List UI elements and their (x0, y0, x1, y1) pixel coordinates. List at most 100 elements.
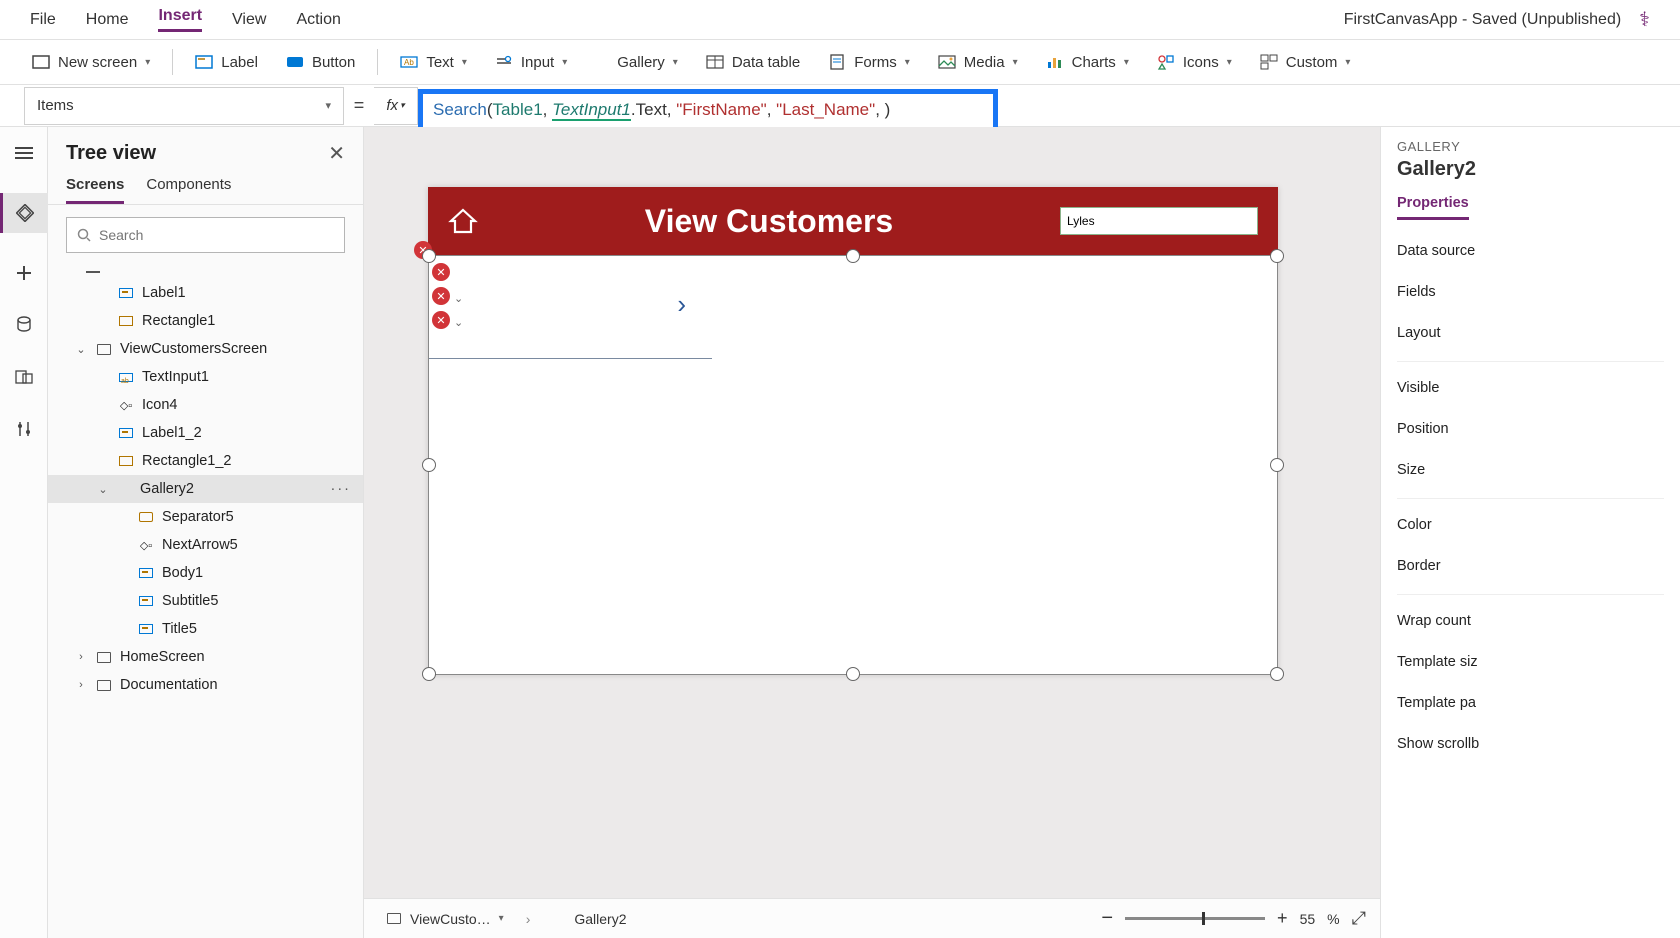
control-name[interactable]: Gallery2 (1397, 158, 1664, 181)
resize-handle[interactable] (846, 667, 860, 681)
gallery-label: Gallery (617, 54, 665, 71)
resize-handle[interactable] (846, 249, 860, 263)
media-rail-icon[interactable] (12, 365, 36, 389)
breadcrumb-control[interactable]: Gallery2 (544, 907, 634, 931)
resize-handle[interactable] (1270, 667, 1284, 681)
tree-item-subtitle5[interactable]: Subtitle5 (48, 587, 363, 615)
tree-item-label: HomeScreen (120, 649, 205, 665)
prop-datasource[interactable]: Data source (1397, 230, 1664, 271)
menu-home[interactable]: Home (86, 11, 129, 29)
tab-components[interactable]: Components (146, 176, 231, 204)
menu-insert[interactable]: Insert (158, 7, 202, 32)
hamburger-icon[interactable] (12, 141, 36, 165)
resize-handle[interactable] (422, 249, 436, 263)
chevron-down-icon[interactable]: ⌄ (96, 483, 110, 496)
tree-item-label1[interactable]: Label1 (48, 279, 363, 307)
icons-dropdown[interactable]: Icons ▾ (1145, 47, 1244, 77)
resize-handle[interactable] (1270, 458, 1284, 472)
media-dropdown[interactable]: Media ▾ (926, 47, 1030, 77)
breadcrumb-separator: › (526, 911, 531, 927)
zoom-percent: % (1327, 911, 1339, 927)
tree-view-panel: Tree view ✕ Screens Components Label1 Re… (48, 127, 364, 938)
fit-to-window-icon[interactable]: ⤢ (1352, 908, 1366, 929)
tree-item-separator5[interactable]: Separator5 (48, 503, 363, 531)
chevron-right-icon[interactable]: › (74, 679, 88, 691)
icons-icon: ◇▫ (138, 537, 154, 553)
tree-search-box[interactable] (66, 217, 345, 253)
tree-item-gallery2[interactable]: ⌄Gallery2··· (48, 475, 363, 503)
zoom-slider[interactable] (1125, 917, 1265, 920)
menu-file[interactable]: File (30, 11, 56, 29)
tree-item-viewcustomersscreen[interactable]: ⌄ ViewCustomersScreen (48, 335, 363, 363)
prop-visible[interactable]: Visible (1397, 361, 1664, 408)
tree-item-homescreen[interactable]: › HomeScreen (48, 643, 363, 671)
tab-screens[interactable]: Screens (66, 176, 124, 204)
tree-item-body1[interactable]: Body1 (48, 559, 363, 587)
prop-showscroll[interactable]: Show scrollb (1397, 723, 1664, 764)
resize-handle[interactable] (422, 458, 436, 472)
resize-handle[interactable] (1270, 249, 1284, 263)
prop-fields[interactable]: Fields (1397, 271, 1664, 312)
tree-item-icon4[interactable]: ◇▫Icon4 (48, 391, 363, 419)
tree-item-label: Rectangle1 (142, 313, 215, 329)
tree-item-collapse[interactable] (48, 265, 363, 279)
new-screen-button[interactable]: New screen ▾ (20, 47, 162, 77)
label-button[interactable]: Label (183, 47, 270, 77)
prop-position[interactable]: Position (1397, 408, 1664, 449)
tree-view-icon[interactable] (0, 193, 48, 233)
tree-item-rectangle1_2[interactable]: Rectangle1_2 (48, 447, 363, 475)
tree-item-label: Documentation (120, 677, 218, 693)
prop-size[interactable]: Size (1397, 449, 1664, 490)
tree-item-documentation[interactable]: › Documentation (48, 671, 363, 699)
fx-button[interactable]: fx▾ (374, 87, 418, 125)
charts-icon (1046, 53, 1064, 71)
prop-templatepad[interactable]: Template pa (1397, 682, 1664, 723)
custom-dropdown[interactable]: Custom ▾ (1248, 47, 1363, 77)
zoom-out-button[interactable]: − (1101, 907, 1113, 930)
resize-handle[interactable] (422, 667, 436, 681)
property-selector[interactable]: Items ▾ (24, 87, 344, 125)
tree-search-input[interactable] (99, 227, 334, 243)
tree-item-label: Rectangle1_2 (142, 453, 232, 469)
customer-search-input[interactable] (1060, 207, 1258, 235)
zoom-in-button[interactable]: + (1277, 908, 1288, 929)
button-icon (286, 53, 304, 71)
tree-item-title5[interactable]: Title5 (48, 615, 363, 643)
prop-templatesize[interactable]: Template siz (1397, 641, 1664, 682)
home-icon[interactable] (448, 207, 478, 235)
custom-icon (1260, 53, 1278, 71)
tab-properties[interactable]: Properties (1397, 195, 1469, 220)
advanced-rail-icon[interactable] (12, 417, 36, 441)
button-button[interactable]: Button (274, 47, 367, 77)
data-rail-icon[interactable] (12, 313, 36, 337)
prop-wrapcount[interactable]: Wrap count (1397, 594, 1664, 641)
prop-border[interactable]: Border (1397, 545, 1664, 586)
tree-item-rectangle1[interactable]: Rectangle1 (48, 307, 363, 335)
close-icon[interactable]: ✕ (328, 141, 345, 166)
tree-item-label1_2[interactable]: Label1_2 (48, 419, 363, 447)
menu-view[interactable]: View (232, 11, 266, 29)
insert-rail-icon[interactable] (12, 261, 36, 285)
tree-item-label: ViewCustomersScreen (120, 341, 267, 357)
charts-dropdown[interactable]: Charts ▾ (1034, 47, 1141, 77)
breadcrumb-screen[interactable]: ViewCusto… ▾ (378, 907, 512, 931)
prop-layout[interactable]: Layout (1397, 312, 1664, 353)
chevron-down-icon: ▾ (325, 99, 331, 112)
input-dropdown[interactable]: Input ▾ (483, 47, 579, 77)
canvas-area[interactable]: View Customers ✕ ✕ ✕⌄ ✕⌄ › (364, 127, 1380, 938)
top-menu-bar: File Home Insert View Action FirstCanvas… (0, 0, 1680, 40)
gallery-selection-box[interactable] (428, 255, 1278, 675)
more-icon[interactable]: ··· (331, 481, 352, 497)
text-dropdown[interactable]: Ab Text ▾ (388, 47, 479, 77)
chevron-down-icon[interactable]: ⌄ (74, 343, 88, 356)
app-checker-icon[interactable]: ⚕ (1639, 7, 1650, 32)
prop-color[interactable]: Color (1397, 498, 1664, 545)
forms-dropdown[interactable]: Forms ▾ (816, 47, 922, 77)
menu-action[interactable]: Action (296, 11, 340, 29)
tree-item-nextarrow5[interactable]: ◇▫NextArrow5 (48, 531, 363, 559)
formula-token: , (875, 100, 884, 119)
datatable-button[interactable]: Data table (694, 47, 812, 77)
gallery-dropdown[interactable]: Gallery ▾ (583, 48, 690, 77)
chevron-right-icon[interactable]: › (74, 651, 88, 663)
tree-item-textinput1[interactable]: TextInput1 (48, 363, 363, 391)
